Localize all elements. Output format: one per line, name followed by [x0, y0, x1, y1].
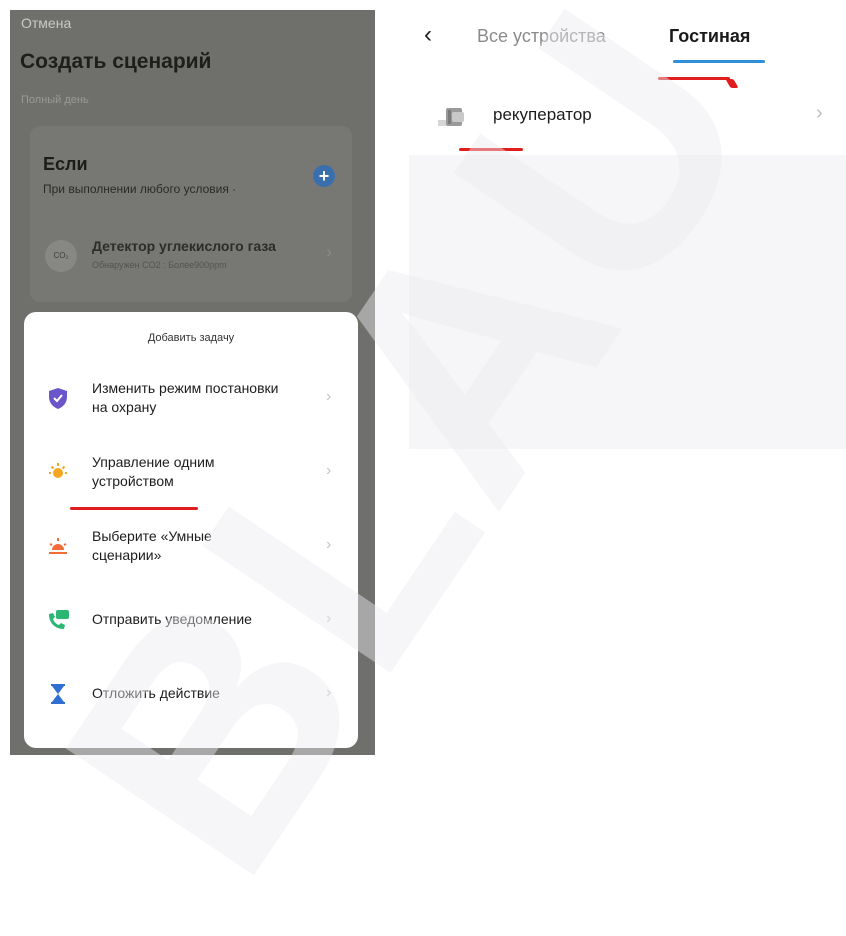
task-item-smart-scenes[interactable]: Выберите «Умные сценарии» › — [24, 516, 358, 576]
task-label: Отложить действие — [92, 685, 220, 701]
scenario-schedule[interactable]: Полный день — [21, 94, 89, 106]
phone-message-icon — [49, 610, 69, 629]
add-task-sheet: Добавить задачу Изменить режим постановк… — [24, 312, 358, 748]
co2-sensor-icon: CO₂ — [45, 240, 77, 272]
condition-card: Если При выполнении любого условия · + C… — [30, 126, 352, 302]
active-tab-indicator — [673, 60, 765, 63]
condition-device-detail: Обнаружен CO2 : Более900ppm — [92, 260, 227, 270]
create-scenario-screen: Отмена Создать сценарий Полный день Если… — [10, 10, 375, 755]
condition-mode[interactable]: При выполнении любого условия · — [43, 182, 236, 196]
add-condition-button[interactable]: + — [313, 165, 335, 187]
task-item-arm-mode[interactable]: Изменить режим постановки на охрану › — [24, 368, 358, 428]
chevron-right-icon: › — [326, 684, 332, 701]
device-row-recuperator[interactable]: рекуператор › — [410, 86, 846, 142]
empty-area — [409, 155, 846, 449]
page-title: Создать сценарий — [20, 50, 212, 73]
cancel-link[interactable]: Отмена — [21, 15, 71, 31]
task-label: Выберите «Умные сценарии» — [92, 528, 212, 563]
chevron-right-icon: › — [326, 610, 332, 627]
sheet-title: Добавить задачу — [147, 332, 235, 344]
condition-device-name[interactable]: Детектор углекислого газа — [92, 238, 276, 254]
task-label: Отправить уведомление — [92, 611, 252, 627]
chevron-right-icon: › — [326, 536, 332, 553]
chevron-right-icon: › — [326, 462, 332, 479]
if-label: Если — [43, 154, 88, 174]
annotation-underline — [70, 507, 198, 510]
hourglass-icon — [51, 684, 65, 704]
task-label: Управление одним устройством — [92, 454, 215, 489]
device-name: рекуператор — [493, 105, 592, 124]
sunrise-icon — [49, 538, 67, 554]
chevron-right-icon: › — [816, 102, 823, 124]
task-item-single-device[interactable]: Управление одним устройством › — [24, 442, 358, 502]
annotation-underline — [459, 148, 523, 151]
task-label: Изменить режим постановки на охрану — [92, 380, 279, 415]
tab-living-room[interactable]: Гостиная — [669, 26, 750, 47]
tab-all-devices[interactable]: Все устройства — [477, 26, 606, 47]
shield-icon — [49, 388, 67, 409]
bulb-icon — [49, 463, 67, 478]
task-item-send-notification[interactable]: Отправить уведомление › — [24, 590, 358, 650]
chevron-right-icon[interactable]: › — [326, 242, 332, 263]
task-item-delay-action[interactable]: Отложить действие › — [24, 664, 358, 724]
chevron-right-icon: › — [326, 388, 332, 405]
ventilation-device-icon — [438, 108, 464, 126]
annotation-underline — [658, 77, 730, 80]
back-arrow-icon[interactable]: ‹ — [424, 21, 432, 49]
